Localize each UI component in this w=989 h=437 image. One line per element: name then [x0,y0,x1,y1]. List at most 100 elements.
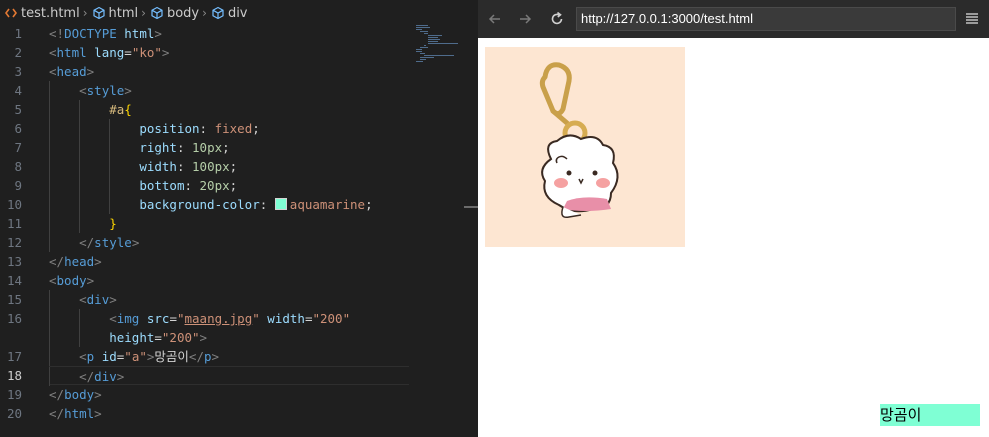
indent-guide [109,157,111,176]
code-token: "ko" [131,45,162,60]
indent-guide [79,157,81,176]
html-file-icon [3,5,19,21]
code-token: width [139,159,177,174]
code-token: < [79,292,87,307]
code-token: lang [94,45,125,60]
code-token: 100px [192,159,230,174]
line-text: </html> [49,404,102,423]
chevron-right-icon: › [202,6,207,20]
line-text: <style> [49,81,132,100]
scrollbar-marker[interactable] [464,206,478,208]
code-line[interactable]: 2 <html lang="ko"> [0,43,478,62]
code-token: right [139,140,177,155]
line-number: 9 [14,178,22,193]
code-token: ; [229,178,238,193]
code-token: </ [188,349,204,364]
code-line[interactable]: 9 bottom: 20px; [0,176,478,195]
chevron-right-icon: › [82,6,88,20]
indent-guide [79,328,81,347]
code-line[interactable]: 6 position: fixed; [0,119,478,138]
indent-guide [109,138,111,157]
line-number: 15 [6,292,22,307]
line-number: 4 [14,83,22,98]
indent-guide [49,100,50,119]
code-token: id [101,349,117,364]
arrow-left-icon [488,14,500,24]
indent-guide [49,138,50,157]
code-token: : [199,121,215,136]
code-area[interactable]: 1 <!DOCTYPE html> 2 <html lang="ko"> 3 <head>… [0,24,478,423]
code-token: <! [49,26,65,41]
indent-guide [79,214,81,233]
breadcrumb-file[interactable]: test.html [3,5,80,21]
line-number: 14 [6,273,22,288]
code-line[interactable]: 12 </style> [0,233,478,252]
line-number: 7 [14,140,22,155]
code-line[interactable]: 13 </head> [0,252,478,271]
line-number: 13 [6,254,22,269]
code-line[interactable]: height="200"> [0,328,478,347]
line-text: background-color: aquamarine; [49,195,373,214]
indent-guide [79,195,81,214]
code-line[interactable]: 18 </div> [0,366,478,386]
minimap[interactable] [414,24,462,64]
code-line[interactable]: 3 <head> [0,62,478,81]
code-line[interactable]: 11 } [0,214,478,233]
code-line[interactable]: 16 <img src="maang.jpg" width="200" [0,309,478,328]
code-token: > [116,369,125,384]
code-token: img [116,311,140,326]
code-token: < [49,64,57,79]
code-token: style [86,83,125,98]
code-token: 10px [192,140,223,155]
code-line[interactable]: 19 </body> [0,385,478,404]
code-token: body [64,387,95,402]
code-token: DOCTYPE [64,26,117,41]
code-line[interactable]: 17 <p id="a">망곰이</p> [0,347,478,366]
code-token: html [124,26,155,41]
line-number: 16 [6,311,22,326]
hamburger-menu-icon [966,13,978,24]
code-line[interactable]: 7 right: 10px; [0,138,478,157]
indent-guide [49,309,50,328]
menu-button[interactable] [964,10,980,26]
indent-guide [79,100,81,119]
code-line[interactable]: 4 <style> [0,81,478,100]
code-line[interactable]: 14 <body> [0,271,478,290]
address-bar[interactable]: http://127.0.0.1:3000/test.html [576,7,956,31]
forward-button[interactable] [514,8,536,30]
code-line[interactable]: 15 <div> [0,290,478,309]
code-line[interactable]: 10 background-color: aquamarine; [0,195,478,214]
breadcrumb-item-div[interactable]: div [210,5,248,21]
code-line[interactable]: 5 #a{ [0,100,478,119]
code-token: > [109,292,117,307]
code-token: > [154,26,162,41]
code-token: p [203,349,212,364]
code-line[interactable]: 1 <!DOCTYPE html> [0,24,478,43]
code-line[interactable]: 8 width: 100px; [0,157,478,176]
browser-toolbar: http://127.0.0.1:3000/test.html [478,0,989,38]
code-token: = [169,311,177,326]
line-number: 1 [14,26,22,41]
indent-guide [49,290,50,309]
code-token: </ [79,369,95,384]
indent-guide [49,367,50,386]
code-token: "a" [124,349,147,364]
code-token: aquamarine [289,197,366,212]
back-button[interactable] [484,8,506,30]
page-viewport: 망곰이 [478,38,989,437]
color-swatch[interactable] [274,198,287,210]
code-token: } [109,216,117,231]
code-token: < [49,273,57,288]
indent-guide [49,328,50,347]
line-text: } [49,214,117,233]
code-token: "200" [161,330,200,345]
reload-button[interactable] [546,8,568,30]
breadcrumb-item-html[interactable]: html [91,5,138,21]
code-line[interactable]: 20 </html> [0,404,478,423]
line-number: 2 [14,45,22,60]
breadcrumb-item-body[interactable]: body [149,5,199,21]
indent-guide [49,347,50,366]
